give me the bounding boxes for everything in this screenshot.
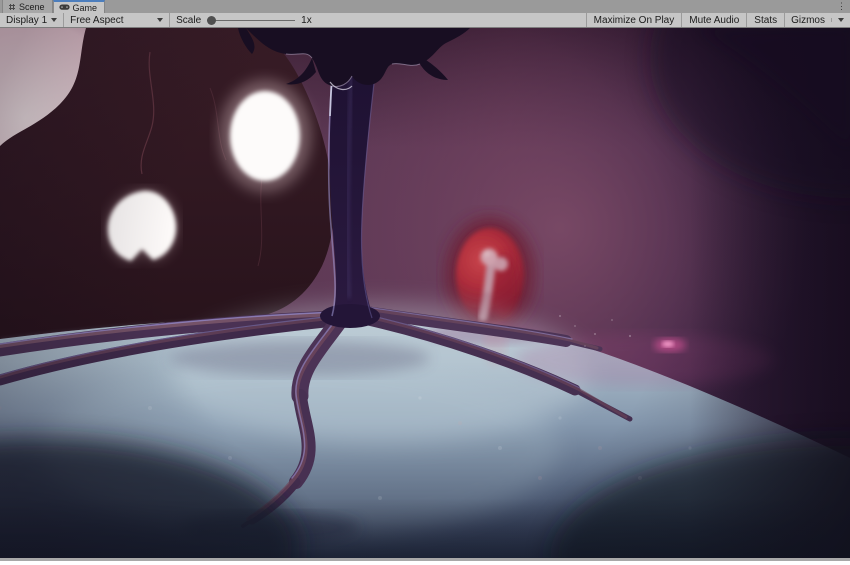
game-viewport[interactable] (0, 28, 850, 558)
tab-scene[interactable]: Scene (2, 0, 53, 13)
chevron-down-icon (838, 18, 844, 22)
scale-label: Scale (176, 14, 202, 26)
tab-scene-label: Scene (19, 1, 45, 12)
stats-button[interactable]: Stats (746, 13, 784, 27)
mute-audio-label: Mute Audio (689, 14, 740, 26)
scale-slider[interactable] (207, 13, 296, 28)
scale-control: Scale 1x (170, 13, 318, 27)
scale-slider-track[interactable] (207, 19, 296, 21)
grid-icon (8, 3, 16, 11)
window-bottom-border (0, 558, 850, 561)
maximize-on-play-button[interactable]: Maximize On Play (585, 13, 682, 27)
gamepad-icon (58, 4, 70, 11)
chevron-down-icon (157, 18, 164, 22)
mute-audio-button[interactable]: Mute Audio (681, 13, 746, 27)
stats-label: Stats (754, 14, 778, 26)
gizmos-dropdown[interactable] (831, 18, 850, 22)
game-render (0, 28, 850, 558)
kebab-menu-icon[interactable]: ⋮ (837, 0, 846, 13)
gizmos-label: Gizmos (791, 14, 825, 26)
game-view-toolbar: Display 1 Free Aspect Scale 1x Maximize … (0, 13, 850, 28)
chevron-down-icon (51, 18, 58, 22)
ambient-effects (0, 28, 850, 558)
display-dropdown-label: Display 1 (6, 14, 48, 26)
toolbar-right-group: Maximize On Play Mute Audio Stats Gizmos (585, 13, 850, 27)
aspect-ratio-dropdown[interactable]: Free Aspect (64, 13, 171, 27)
aspect-ratio-label: Free Aspect (70, 14, 124, 26)
unity-game-window: Scene Game ⋮ Display 1 Free Aspect Scale… (0, 0, 850, 561)
maximize-on-play-label: Maximize On Play (593, 14, 675, 26)
scale-value: 1x (301, 14, 312, 26)
tab-game-label: Game (72, 2, 98, 13)
gizmos-button[interactable]: Gizmos (784, 13, 850, 27)
tab-game[interactable]: Game (52, 0, 106, 13)
scale-slider-knob[interactable] (207, 15, 217, 25)
tab-bar: Scene Game ⋮ (0, 0, 850, 13)
display-dropdown[interactable]: Display 1 (0, 13, 65, 27)
